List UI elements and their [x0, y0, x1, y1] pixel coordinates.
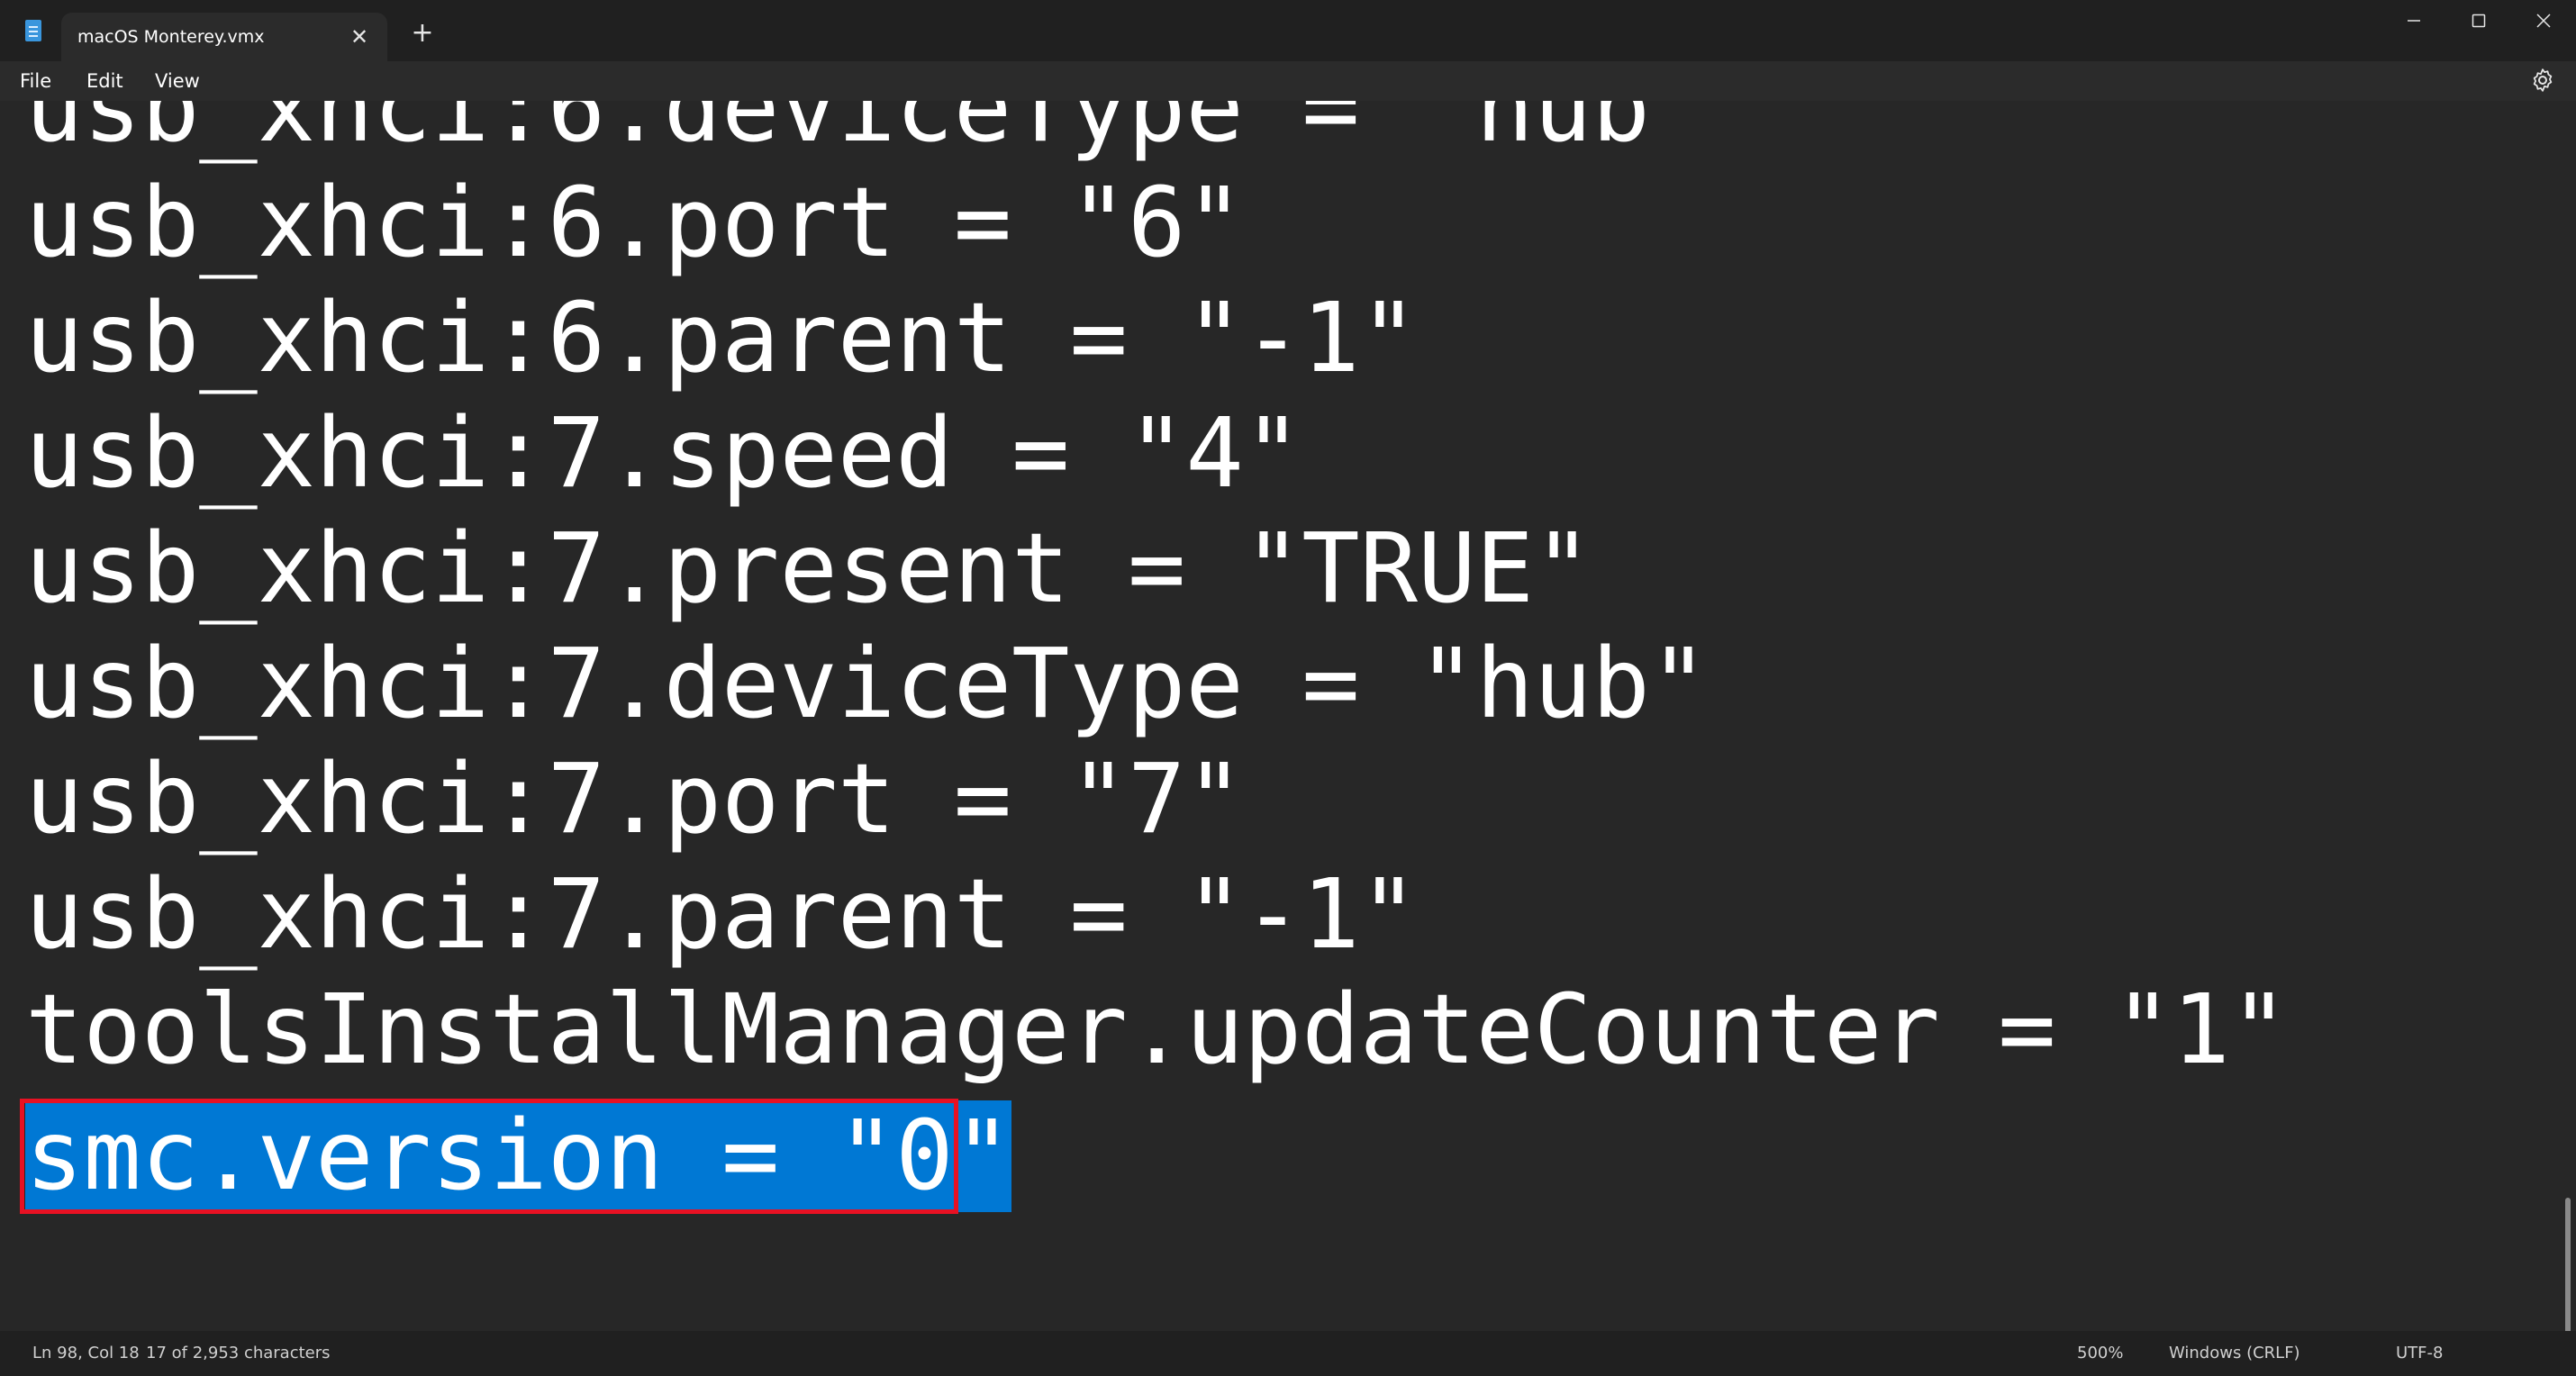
menu-view[interactable]: View — [148, 67, 207, 95]
code-line: toolsInstallManager.updateCounter = "1" — [25, 974, 2289, 1086]
minimize-button[interactable] — [2381, 0, 2446, 41]
menu-edit[interactable]: Edit — [79, 67, 131, 95]
code-line: usb_xhci:6.parent = "-1" — [25, 283, 1419, 394]
status-cursor-position: Ln 98, Col 18 — [32, 1344, 140, 1362]
code-line: usb_xhci:7.parent = "-1" — [25, 859, 1419, 971]
minimize-icon — [2408, 20, 2420, 22]
new-tab-button[interactable]: + — [409, 20, 436, 47]
maximize-button[interactable] — [2446, 0, 2511, 41]
status-character-count: 17 of 2,953 characters — [146, 1344, 331, 1362]
notepad-icon — [25, 20, 41, 41]
window-controls — [2381, 0, 2576, 41]
tab-title: macOS Monterey.vmx — [77, 27, 265, 47]
menu-bar: File Edit View — [0, 61, 2576, 101]
highlight-box — [20, 1099, 958, 1214]
menu-file[interactable]: File — [13, 67, 59, 95]
vertical-scrollbar[interactable] — [2565, 1198, 2571, 1331]
status-line-ending[interactable]: Windows (CRLF) — [2169, 1331, 2300, 1376]
code-line: usb_xhci:7.speed = "4" — [25, 398, 1302, 510]
notepad-window: macOS Monterey.vmx ✕ + File Edit View us… — [0, 0, 2576, 1376]
status-encoding[interactable]: UTF-8 — [2396, 1331, 2443, 1376]
code-line: usb_xhci:7.present = "TRUE" — [25, 513, 1592, 625]
status-zoom[interactable]: 500% — [2077, 1331, 2123, 1376]
gear-icon[interactable] — [2529, 67, 2556, 94]
tab-macos-monterey[interactable]: macOS Monterey.vmx ✕ — [61, 13, 387, 61]
tab-close-icon[interactable]: ✕ — [349, 26, 369, 48]
code-line: usb_xhci:6.deviceType = "hub" — [25, 101, 1709, 164]
status-bar: Ln 98, Col 18 17 of 2,953 characters 500… — [0, 1331, 2576, 1376]
text-editor[interactable]: usb_xhci:6.deviceType = "hub" usb_xhci:6… — [0, 101, 2576, 1331]
title-bar: macOS Monterey.vmx ✕ + — [0, 0, 2576, 61]
code-line: usb_xhci:6.port = "6" — [25, 167, 1244, 279]
code-line: usb_xhci:7.port = "7" — [25, 744, 1244, 855]
code-line: usb_xhci:7.deviceType = "hub" — [25, 629, 1709, 740]
maximize-icon — [2472, 14, 2486, 28]
close-button[interactable] — [2511, 0, 2576, 41]
close-icon — [2536, 14, 2551, 28]
